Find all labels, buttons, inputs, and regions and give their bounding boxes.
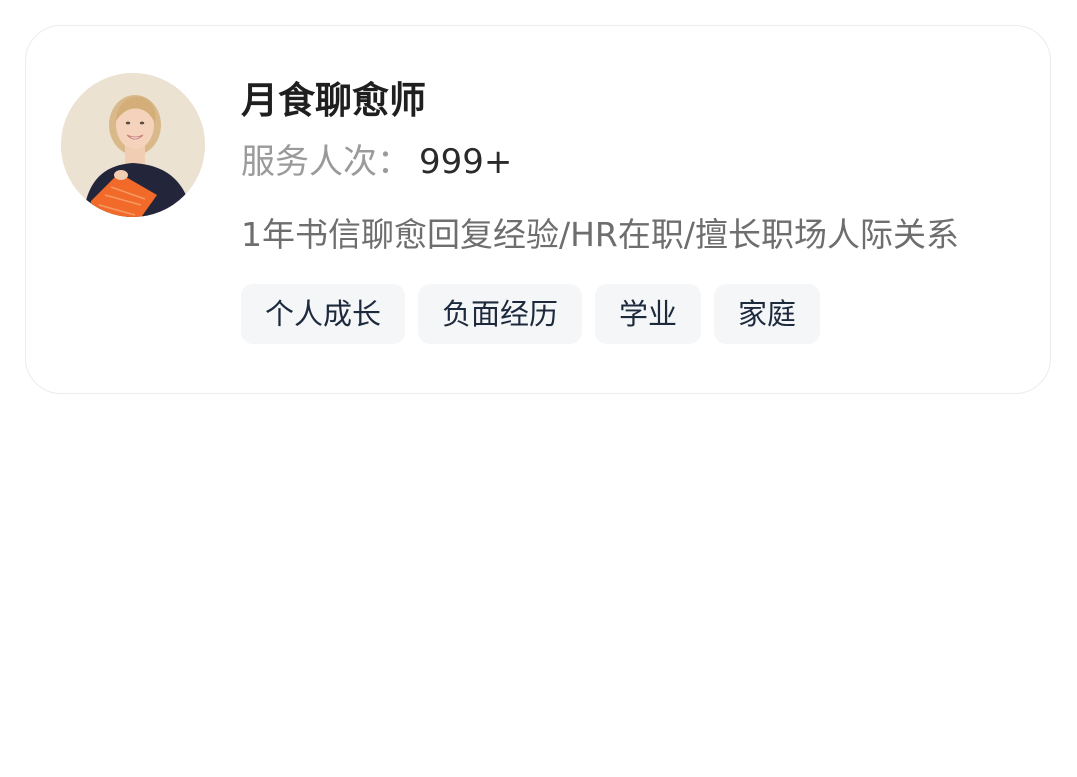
avatar-image [61,73,205,217]
counselor-description: 1年书信聊愈回复经验/HR在职/擅长职场人际关系 [241,215,959,254]
tag-personal-growth[interactable]: 个人成长 [241,284,406,344]
tag-study[interactable]: 学业 [595,284,702,344]
tag-list: 个人成长 负面经历 学业 家庭 [241,284,1021,344]
served-count-row: 服务人次： 999+ [241,138,1021,186]
served-count-label: 服务人次： [241,142,411,182]
avatar [61,73,205,217]
served-count-value: 999+ [419,142,513,182]
tag-negative-experience[interactable]: 负面经历 [418,284,583,344]
counselor-card[interactable]: 月食聊愈师 服务人次： 999+ 1年书信聊愈回复经验/HR在职/擅长职场人际关系… [25,25,1051,394]
counselor-name: 月食聊愈师 [241,79,426,122]
counselor-info: 月食聊愈师 服务人次： 999+ 1年书信聊愈回复经验/HR在职/擅长职场人际关系… [241,76,1021,344]
tag-family[interactable]: 家庭 [714,284,821,344]
